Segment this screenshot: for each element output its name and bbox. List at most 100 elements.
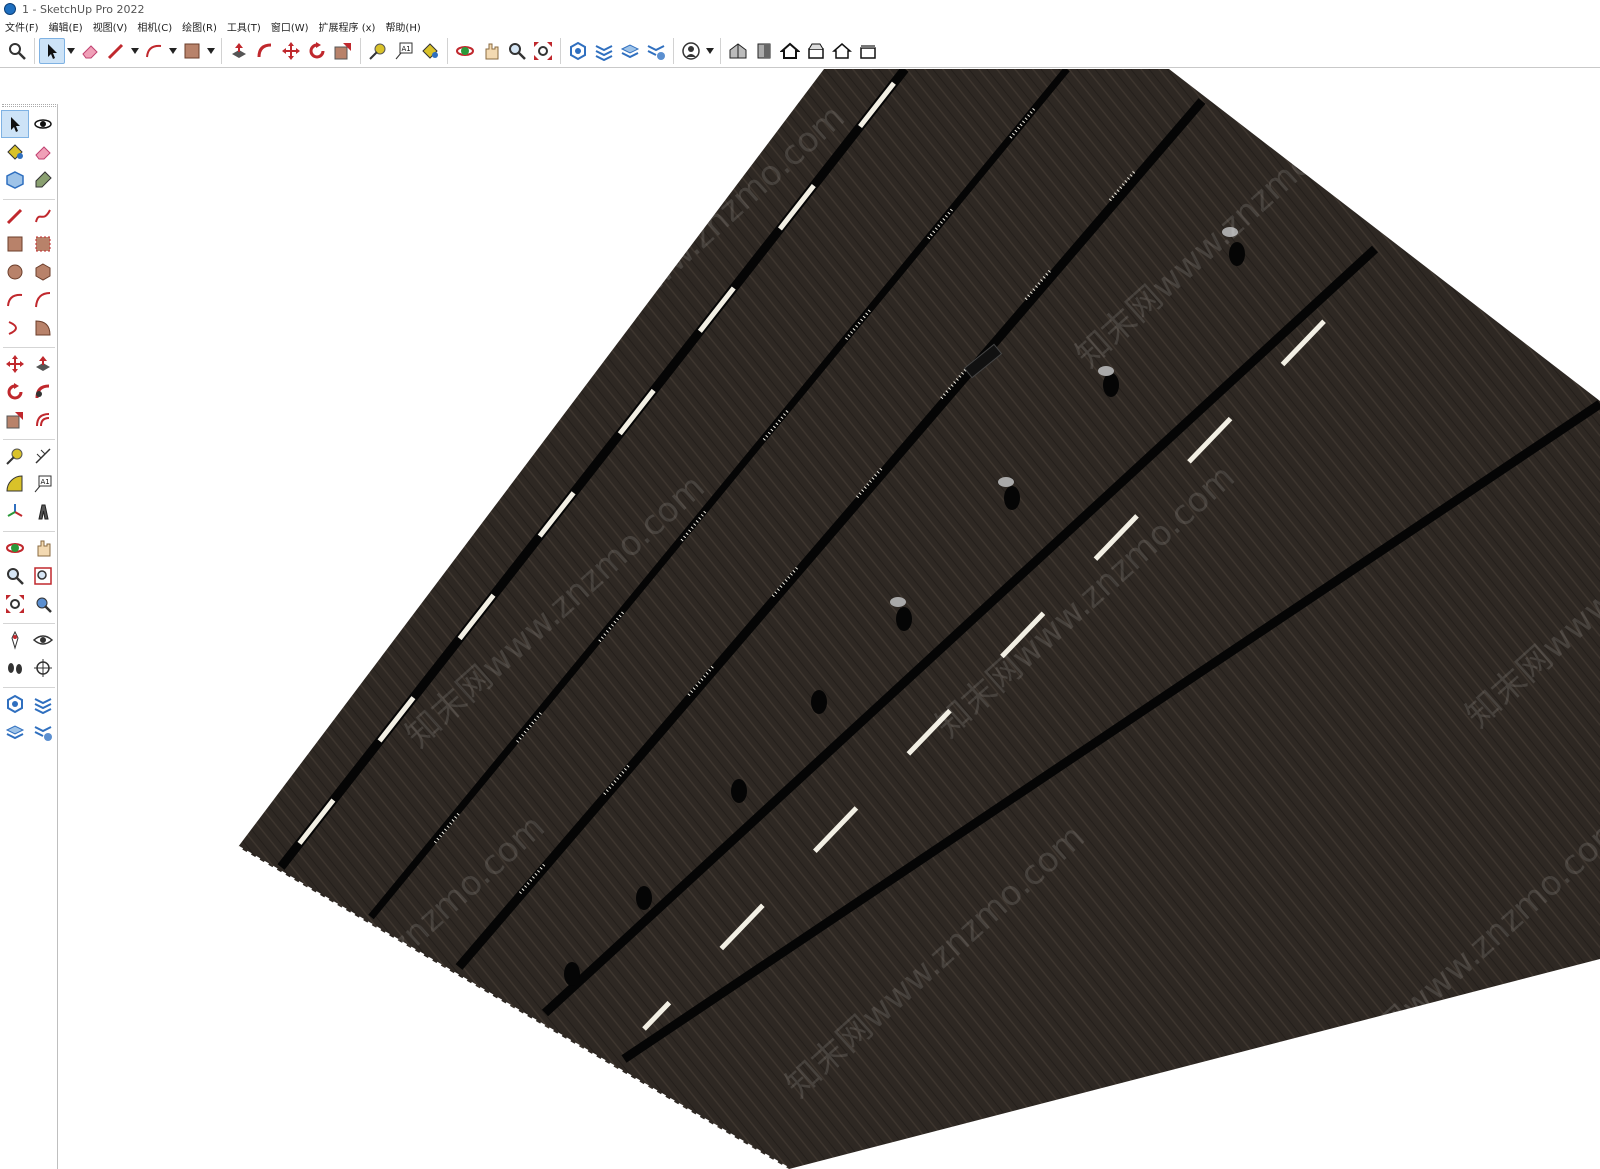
tape-measure-icon[interactable] (1, 442, 29, 470)
3d-text-icon[interactable] (29, 498, 57, 526)
menu-draw[interactable]: 绘图(R) (177, 19, 222, 34)
previous-view-icon[interactable] (29, 590, 57, 618)
pie-icon[interactable] (29, 314, 57, 342)
eraser-icon[interactable] (77, 38, 103, 64)
three-point-arc-icon[interactable] (1, 314, 29, 342)
account-dropdown-chevron-icon[interactable] (704, 38, 716, 64)
zoom-icon[interactable] (1, 562, 29, 590)
menu-edit[interactable]: 编辑(E) (44, 19, 88, 34)
text-icon[interactable]: A1 (29, 470, 57, 498)
move-icon[interactable] (278, 38, 304, 64)
large-tool-set-toolbar: A1 (0, 104, 58, 1169)
follow-me-icon[interactable] (252, 38, 278, 64)
pan-icon[interactable] (29, 534, 57, 562)
polygon-icon[interactable] (29, 258, 57, 286)
orbit-icon[interactable] (452, 38, 478, 64)
svg-text:A1: A1 (41, 478, 50, 486)
menu-camera[interactable]: 相机(C) (132, 19, 177, 34)
toolbar-divider (720, 38, 721, 64)
road-stud (811, 690, 827, 714)
sketchup-app-icon (4, 3, 16, 15)
layout-icon[interactable] (1, 718, 29, 746)
follow-me-icon[interactable] (29, 378, 57, 406)
layout-icon[interactable] (617, 38, 643, 64)
position-camera-icon[interactable] (1, 626, 29, 654)
road-stud (636, 886, 652, 910)
rectangle-icon[interactable] (1, 230, 29, 258)
tape-measure-icon[interactable] (365, 38, 391, 64)
back-view-icon[interactable] (829, 38, 855, 64)
arc-icon[interactable] (141, 38, 167, 64)
component-icon[interactable] (1, 166, 29, 194)
front-view-icon[interactable] (751, 38, 777, 64)
menu-help[interactable]: 帮助(H) (380, 19, 425, 34)
rectangle-dropdown-chevron-icon[interactable] (205, 38, 217, 64)
zoom-icon[interactable] (504, 38, 530, 64)
road-stud (896, 607, 912, 631)
paint-bucket-icon[interactable] (417, 38, 443, 64)
freehand-icon[interactable] (29, 202, 57, 230)
main-toolbar: A1 (0, 35, 1600, 68)
warehouse-icon[interactable] (565, 38, 591, 64)
axes-icon[interactable] (1, 498, 29, 526)
push-pull-icon[interactable] (226, 38, 252, 64)
pencil-icon[interactable] (103, 38, 129, 64)
scale-icon[interactable] (1, 406, 29, 434)
orbit-icon[interactable] (29, 110, 57, 138)
warehouse-icon[interactable] (1, 690, 29, 718)
tag-icon[interactable] (29, 166, 57, 194)
arc-dropdown-chevron-icon[interactable] (167, 38, 179, 64)
iso-view-icon[interactable] (725, 38, 751, 64)
extension-warehouse-icon[interactable] (591, 38, 617, 64)
offset-icon[interactable] (29, 406, 57, 434)
extension-manager-icon[interactable] (29, 718, 57, 746)
menu-view[interactable]: 视图(V) (88, 19, 133, 34)
toolbar-grip-handle[interactable] (2, 104, 56, 107)
rotated-rectangle-icon[interactable] (29, 230, 57, 258)
extension-manager-icon[interactable] (643, 38, 669, 64)
pan-icon[interactable] (478, 38, 504, 64)
protractor-icon[interactable] (1, 470, 29, 498)
scale-icon[interactable] (330, 38, 356, 64)
top-house-icon[interactable] (777, 38, 803, 64)
section-plane-icon[interactable] (29, 654, 57, 682)
left-view-icon[interactable] (855, 38, 881, 64)
zoom-extents-icon[interactable] (530, 38, 556, 64)
push-pull-icon[interactable] (29, 350, 57, 378)
circle-icon[interactable] (1, 258, 29, 286)
menu-extensions[interactable]: 扩展程序 (x) (314, 19, 381, 34)
road-stud-cap (890, 597, 906, 607)
dimension-icon[interactable] (29, 442, 57, 470)
extension-warehouse-icon[interactable] (29, 690, 57, 718)
toolbar-divider (447, 38, 448, 64)
walk-icon[interactable] (1, 654, 29, 682)
select-arrow-icon[interactable] (39, 38, 65, 64)
menu-file[interactable]: 文件(F) (0, 19, 44, 34)
pencil-dropdown-chevron-icon[interactable] (129, 38, 141, 64)
road-model-render: 知末网www.znzmo.com 知末网www.znzmo.com 知末网www… (98, 69, 1600, 1169)
zoom-extents-icon[interactable] (1, 590, 29, 618)
account-icon[interactable] (678, 38, 704, 64)
eraser-icon[interactable] (29, 138, 57, 166)
select-dropdown-chevron-icon[interactable] (65, 38, 77, 64)
search-icon[interactable] (4, 38, 30, 64)
watermark-id-label: ID: 1171248720 (1334, 1090, 1546, 1123)
line-icon[interactable] (1, 202, 29, 230)
move-icon[interactable] (1, 350, 29, 378)
menu-tools[interactable]: 工具(T) (222, 19, 266, 34)
two-point-arc-icon[interactable] (29, 286, 57, 314)
text-icon[interactable]: A1 (391, 38, 417, 64)
paint-bucket-icon[interactable] (1, 138, 29, 166)
arc-icon[interactable] (1, 286, 29, 314)
rotate-icon[interactable] (1, 378, 29, 406)
menu-window[interactable]: 窗口(W) (266, 19, 314, 34)
3d-viewport[interactable]: 知末网www.znzmo.com 知末网www.znzmo.com 知末网www… (59, 69, 1600, 1169)
title-bar: 1 - SketchUp Pro 2022 (0, 0, 1600, 18)
select-icon[interactable] (1, 110, 29, 138)
look-around-icon[interactable] (29, 626, 57, 654)
right-view-icon[interactable] (803, 38, 829, 64)
rotate-icon[interactable] (304, 38, 330, 64)
zoom-window-icon[interactable] (29, 562, 57, 590)
rectangle-icon[interactable] (179, 38, 205, 64)
orbit-icon[interactable] (1, 534, 29, 562)
